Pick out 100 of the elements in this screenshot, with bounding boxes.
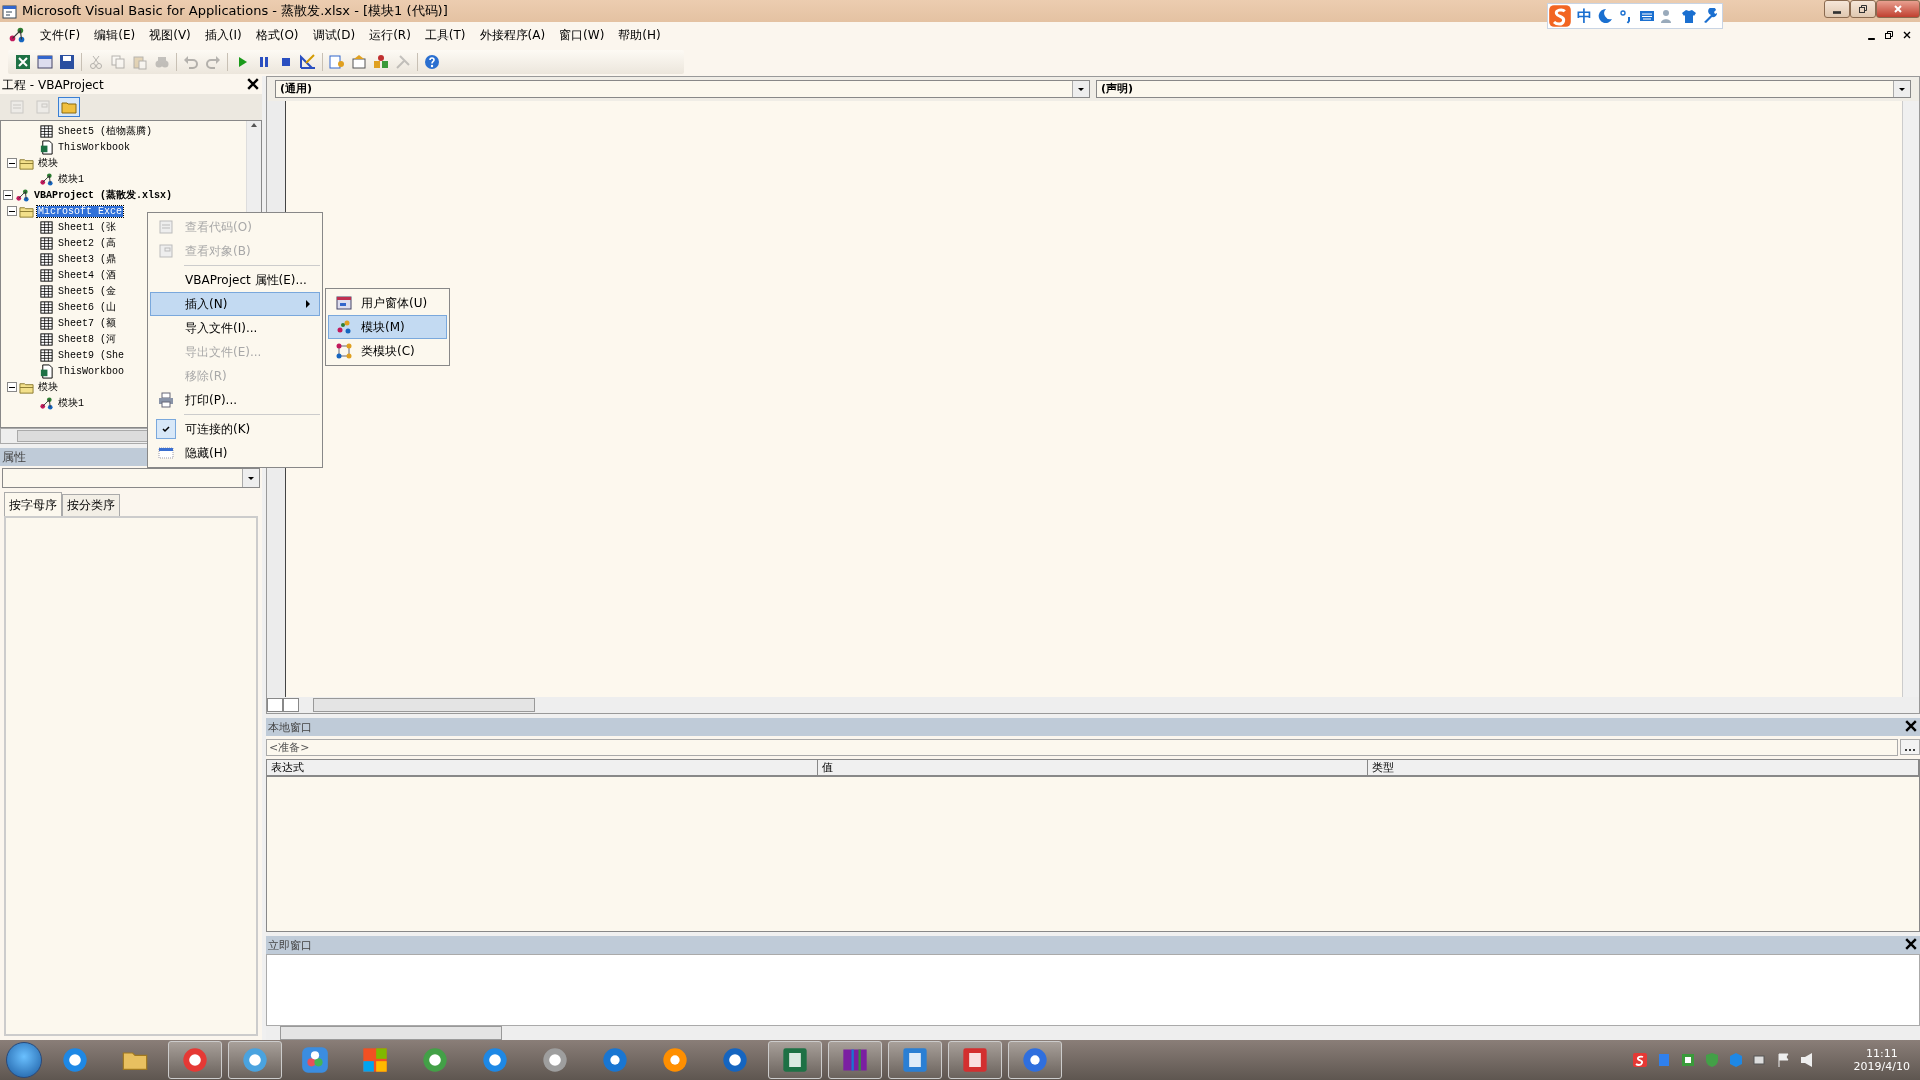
menu-item[interactable]: 模块(M) — [328, 315, 447, 339]
call-stack-button[interactable] — [1900, 739, 1920, 755]
taskbar-button[interactable] — [1008, 1041, 1062, 1079]
tree-item[interactable]: 模块 — [37, 380, 59, 394]
tree-item[interactable]: ThisWorkbook — [57, 141, 131, 153]
scroll-bar[interactable] — [266, 1026, 1920, 1040]
scroll-bar[interactable] — [1902, 101, 1919, 697]
help-icon — [424, 54, 440, 70]
module-icon — [8, 26, 26, 44]
close-button[interactable] — [1904, 720, 1918, 734]
tree-item[interactable]: ThisWorkboo — [57, 365, 125, 377]
toggle-folders-button[interactable] — [58, 97, 80, 117]
undo-icon — [183, 54, 199, 70]
redo-icon — [205, 54, 221, 70]
menu-item[interactable]: 调试(D) — [306, 24, 362, 46]
collapse-toggle[interactable] — [7, 382, 17, 392]
menu-item[interactable]: 格式(O) — [249, 24, 305, 46]
taskbar-button[interactable] — [228, 1041, 282, 1079]
menu-item[interactable]: 类模块(C) — [328, 339, 447, 363]
collapse-toggle[interactable] — [3, 190, 13, 200]
object-dropdown[interactable]: (通用) — [275, 80, 1090, 98]
menu-item[interactable]: 帮助(H) — [612, 24, 667, 46]
tree-item[interactable]: Sheet7 (额 — [57, 316, 117, 330]
start-button[interactable] — [6, 1042, 42, 1078]
tree-item[interactable]: Sheet3 (鼎 — [57, 252, 117, 266]
menu-item[interactable]: 文件(F) — [34, 24, 87, 46]
menu-item[interactable]: 工具(T) — [418, 24, 472, 46]
menu-item[interactable]: 外接程序(A) — [473, 24, 552, 46]
tree-item[interactable]: Sheet6 (山 — [57, 300, 117, 314]
module-icon — [336, 319, 352, 335]
tree-item[interactable]: VBAProject (蒸散发.xlsx) — [33, 188, 174, 202]
tree-item[interactable]: Sheet4 (酒 — [57, 268, 117, 282]
tree-item[interactable]: Sheet2 (高 — [57, 236, 117, 250]
close-button[interactable] — [246, 78, 260, 92]
close-button[interactable] — [1904, 938, 1918, 952]
tree-item[interactable]: 模块 — [37, 156, 59, 170]
taskbar-button[interactable] — [768, 1041, 822, 1079]
taskbar-button[interactable] — [948, 1041, 1002, 1079]
collapse-toggle[interactable] — [7, 158, 17, 168]
context-field: <准备> — [266, 739, 1898, 756]
explorer-icon — [329, 54, 345, 70]
menu-item[interactable]: VBAProject 属性(E)... — [150, 268, 320, 292]
tree-item[interactable]: 模块1 — [57, 172, 85, 186]
printer-icon — [158, 392, 174, 408]
sheet-icon — [39, 219, 54, 235]
time: 11:11 — [1865, 1047, 1898, 1060]
column-header[interactable]: 值 — [817, 760, 1369, 775]
sheet-icon — [39, 267, 54, 283]
taskbar-button[interactable] — [828, 1041, 882, 1079]
tab[interactable]: 按分类序 — [62, 494, 120, 516]
close-icon — [1902, 30, 1912, 40]
input-mode[interactable]: 中 — [1577, 6, 1592, 26]
procedure-view-button[interactable] — [267, 698, 283, 712]
menu-item[interactable]: 插入(I) — [198, 24, 248, 46]
menu-item[interactable]: 编辑(E) — [88, 24, 142, 46]
pane-title: 立即窗口 — [268, 937, 312, 953]
menu-item[interactable]: 导入文件(I)... — [150, 316, 320, 340]
shirt-icon[interactable] — [1681, 8, 1697, 24]
collapse-toggle[interactable] — [7, 206, 17, 216]
menu-item[interactable]: 用户窗体(U) — [328, 291, 447, 315]
tree-item[interactable]: Sheet1 (张 — [57, 220, 117, 234]
menu-item[interactable]: 可连接的(K) — [150, 417, 320, 441]
restore-button[interactable] — [1850, 0, 1876, 18]
dropdown-arrow-icon — [1898, 85, 1906, 93]
object-dropdown[interactable] — [2, 468, 260, 488]
menu-item[interactable]: 窗口(W) — [553, 24, 611, 46]
menu-item[interactable]: 运行(R) — [363, 24, 417, 46]
keyboard-icon[interactable] — [1639, 8, 1655, 24]
tree-item[interactable]: Sheet9 (She — [57, 349, 125, 361]
tree-item[interactable]: Sheet8 (河 — [57, 332, 117, 346]
sheet-icon — [39, 251, 54, 267]
tree-item[interactable]: 模块1 — [57, 396, 85, 410]
column-header[interactable]: 表达式 — [267, 760, 818, 775]
sheet-icon — [39, 235, 54, 251]
checkbox[interactable] — [156, 419, 176, 439]
procedure-dropdown[interactable]: (声明) — [1096, 80, 1911, 98]
cube-icon — [1727, 1052, 1744, 1068]
tree-item[interactable]: Microsoft Exce — [37, 205, 123, 217]
form-view-icon — [158, 243, 174, 259]
sheet-icon — [39, 283, 54, 299]
taskbar-button[interactable] — [168, 1041, 222, 1079]
menu-item[interactable]: 隐藏(H) — [150, 441, 320, 465]
taskbar-button[interactable] — [888, 1041, 942, 1079]
module-icon — [39, 395, 54, 411]
column-header[interactable]: 类型 — [1368, 760, 1919, 775]
full-module-view-button[interactable] — [283, 698, 299, 712]
restore-button[interactable] — [1882, 28, 1896, 42]
window-icon — [158, 445, 174, 461]
wrench-icon[interactable] — [1702, 8, 1718, 24]
menu-item[interactable]: 插入(N) — [150, 292, 320, 316]
moon-icon[interactable] — [1597, 8, 1613, 24]
tree-item[interactable]: Sheet5 (金 — [57, 284, 117, 298]
menu-item[interactable]: 视图(V) — [143, 24, 197, 46]
checkmark-icon — [161, 424, 171, 434]
cut-icon — [88, 54, 104, 70]
clock[interactable]: 11:11 2019/4/10 — [1853, 1047, 1910, 1073]
minimize-button[interactable] — [1824, 0, 1850, 18]
menu-item[interactable]: 打印(P)... — [150, 388, 320, 412]
tree-item[interactable]: Sheet5 (植物蒸腾) — [57, 124, 153, 138]
tab[interactable]: 按字母序 — [4, 492, 62, 516]
